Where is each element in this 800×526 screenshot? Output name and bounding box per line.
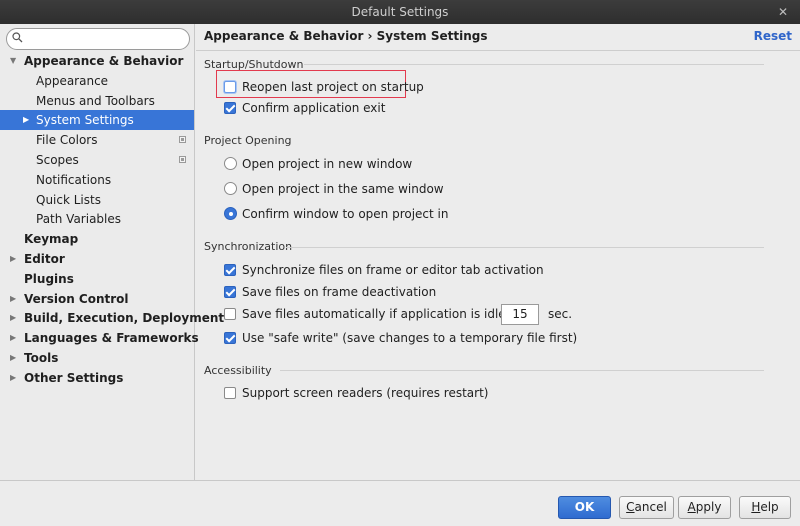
help-button[interactable]: Help (739, 496, 791, 519)
section-title-project-opening: Project Opening (204, 134, 292, 147)
project-scope-icon (179, 155, 186, 163)
ok-button[interactable]: OK (558, 496, 611, 519)
checkbox-label: Use "safe write" (save changes to a temp… (242, 331, 578, 345)
checkbox-box[interactable] (224, 308, 236, 320)
apply-label-rest: pply (695, 500, 722, 514)
settings-sidebar: ▼ Appearance & Behavior Appearance Menus an… (0, 24, 224, 480)
sidebar-item-other-settings[interactable]: ▶ Other Settings (0, 368, 194, 388)
radio-label: Open project in new window (242, 157, 413, 171)
reset-link[interactable]: Reset (754, 29, 792, 43)
sidebar-item-label: File Colors (36, 133, 98, 148)
sidebar-item-version-control[interactable]: ▶ Version Control (0, 289, 194, 309)
window-title: Default Settings (351, 5, 449, 19)
help-label-rest: elp (760, 500, 779, 514)
apply-button[interactable]: Apply (678, 496, 731, 519)
sidebar-item-file-colors[interactable]: File Colors (0, 130, 194, 150)
dialog-footer: OK Cancel Apply Help (0, 480, 800, 526)
sidebar-item-label: Appearance (36, 73, 109, 88)
sidebar-item-keymap[interactable]: Keymap (0, 229, 194, 249)
search-icon (12, 32, 23, 43)
cancel-button[interactable]: Cancel (619, 496, 674, 519)
idle-seconds-field[interactable]: 15 (501, 304, 539, 325)
checkbox-box[interactable] (224, 81, 236, 93)
sidebar-item-editor[interactable]: ▶ Editor (0, 249, 194, 269)
sidebar-item-label: Other Settings (24, 370, 124, 385)
checkbox-box[interactable] (224, 264, 236, 276)
chevron-down-icon[interactable]: ▼ (10, 51, 16, 71)
sidebar-item-label: Tools (24, 350, 59, 365)
idle-seconds-unit: sec. (548, 307, 573, 321)
chevron-right-icon[interactable]: ▶ (10, 348, 16, 368)
title-bar: Default Settings ✕ (0, 0, 800, 24)
sidebar-item-appearance[interactable]: Appearance (0, 71, 194, 91)
sidebar-item-label: Build, Execution, Deployment (24, 311, 225, 326)
section-divider (286, 247, 764, 248)
radio-button[interactable] (224, 157, 237, 170)
checkbox-box[interactable] (224, 332, 236, 344)
sidebar-item-label: Path Variables (36, 212, 122, 227)
sidebar-item-notifications[interactable]: Notifications (0, 170, 194, 190)
sidebar-item-label: Appearance & Behavior (24, 54, 184, 68)
sidebar-item-tools[interactable]: ▶ Tools (0, 348, 194, 368)
sidebar-item-scopes[interactable]: Scopes (0, 150, 194, 170)
sidebar-item-label: Version Control (24, 291, 129, 306)
cancel-label-rest: ancel (634, 500, 667, 514)
section-divider (280, 370, 764, 371)
close-icon[interactable]: ✕ (778, 0, 788, 24)
checkbox-box[interactable] (224, 286, 236, 298)
apply-mnemonic: A (687, 500, 696, 514)
sidebar-item-plugins[interactable]: Plugins (0, 269, 194, 289)
checkbox-label: Reopen last project on startup (242, 80, 424, 94)
chevron-right-icon[interactable]: ▶ (10, 289, 16, 309)
chevron-right-icon[interactable]: ▶ (10, 328, 16, 348)
radio-label: Confirm window to open project in (242, 207, 449, 221)
radio-label: Open project in the same window (242, 182, 444, 196)
checkbox-label: Support screen readers (requires restart… (242, 386, 489, 400)
sidebar-item-label: Notifications (36, 172, 112, 187)
sidebar-item-path-variables[interactable]: Path Variables (0, 209, 194, 229)
settings-tree: ▼ Appearance & Behavior Appearance Menus an… (0, 51, 224, 388)
sidebar-item-menus-and-toolbars[interactable]: Menus and Toolbars (0, 91, 194, 111)
sidebar-item-quick-lists[interactable]: Quick Lists (0, 190, 194, 210)
sidebar-item-label: Keymap (24, 232, 79, 247)
radio-button[interactable] (224, 207, 237, 220)
chevron-right-icon[interactable]: ▶ (10, 368, 16, 388)
radio-button[interactable] (224, 182, 237, 195)
search-input[interactable] (6, 28, 190, 50)
sidebar-item-label: Quick Lists (36, 192, 101, 207)
cancel-mnemonic: C (626, 500, 635, 514)
chevron-right-icon[interactable]: ▶ (23, 110, 29, 130)
sidebar-item-label: Scopes (36, 152, 79, 167)
header-divider (196, 50, 800, 51)
sidebar-item-label: Languages & Frameworks (24, 331, 199, 346)
sidebar-item-label: Plugins (24, 271, 74, 286)
chevron-right-icon[interactable]: ▶ (10, 308, 16, 328)
checkbox-label: Save files automatically if application … (242, 307, 526, 321)
checkbox-box[interactable] (224, 387, 236, 399)
sidebar-item-system-settings[interactable]: ▶ System Settings (0, 110, 194, 131)
checkbox-box[interactable] (224, 102, 236, 114)
project-scope-icon (179, 136, 186, 144)
sidebar-item-build-execution-deployment[interactable]: ▶ Build, Execution, Deployment (0, 308, 224, 328)
checkbox-label: Synchronize files on frame or editor tab… (242, 263, 544, 277)
sidebar-item-label: Menus and Toolbars (36, 93, 155, 108)
section-title-accessibility: Accessibility (204, 364, 272, 377)
chevron-right-icon[interactable]: ▶ (10, 249, 16, 269)
sidebar-item-label: Editor (24, 251, 65, 266)
sidebar-item-appearance-behavior[interactable]: ▼ Appearance & Behavior (0, 51, 194, 71)
sidebar-item-languages-frameworks[interactable]: ▶ Languages & Frameworks (0, 328, 199, 348)
settings-content: Appearance & Behavior › System Settings … (196, 24, 800, 480)
checkbox-label: Save files on frame deactivation (242, 285, 437, 299)
help-mnemonic: H (751, 500, 761, 514)
breadcrumb: Appearance & Behavior › System Settings (204, 29, 488, 43)
sidebar-item-label: System Settings (36, 113, 134, 128)
section-divider (304, 64, 764, 65)
section-title-synchronization: Synchronization (204, 240, 293, 253)
checkbox-label: Confirm application exit (242, 101, 386, 115)
